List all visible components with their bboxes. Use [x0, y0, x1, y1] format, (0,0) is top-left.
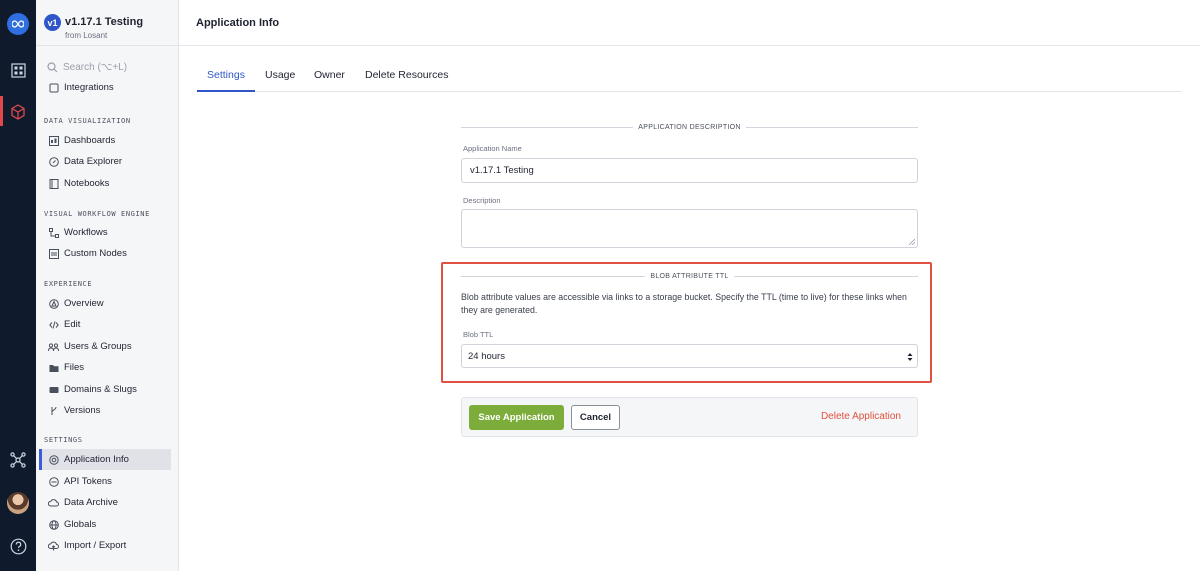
- section-experience: EXPERIENCE: [44, 280, 93, 288]
- branch-icon: [48, 405, 59, 416]
- tab-usage[interactable]: Usage: [265, 69, 295, 92]
- application-cube-icon[interactable]: [8, 102, 28, 122]
- tab-delete-resources[interactable]: Delete Resources: [365, 69, 448, 92]
- delete-application-button[interactable]: Delete Application: [821, 411, 901, 422]
- sidebar-item-api-tokens[interactable]: API Tokens: [39, 471, 171, 492]
- sidebar-item-label: Globals: [64, 519, 97, 530]
- description-textarea[interactable]: [461, 209, 918, 248]
- application-name-label: Application Name: [463, 144, 522, 153]
- save-application-button[interactable]: Save Application: [469, 405, 564, 430]
- app-sidebar: v1 v1.17.1 Testing from Losant Search (⌥…: [36, 0, 179, 571]
- form-actions: Save Application Cancel Delete Applicati…: [461, 397, 918, 437]
- api-token-icon: [48, 476, 59, 487]
- sidebar-item-label: Application Info: [64, 454, 129, 465]
- sidebar-item-label: Workflows: [64, 227, 108, 238]
- sidebar-item-domains-slugs[interactable]: Domains & Slugs: [39, 379, 171, 400]
- section-data-visualization: DATA VISUALIZATION: [44, 117, 131, 125]
- divider: [461, 126, 634, 128]
- cloud-archive-icon: [48, 497, 59, 508]
- gear-icon: [48, 454, 59, 465]
- sidebar-item-label: Data Explorer: [64, 156, 123, 167]
- app-owner: from Losant: [65, 31, 108, 40]
- sidebar-item-dashboards[interactable]: Dashboards: [39, 130, 171, 151]
- sidebar-item-label: Users & Groups: [64, 341, 132, 352]
- sidebar-item-workflows[interactable]: Workflows: [39, 222, 171, 243]
- page-header: Application Info: [179, 0, 1200, 46]
- sidebar-item-data-explorer[interactable]: Data Explorer: [39, 151, 171, 172]
- sidebar-item-globals[interactable]: Globals: [39, 514, 171, 535]
- sidebar-item-custom-nodes[interactable]: Custom Nodes: [39, 243, 171, 264]
- workflow-icon: [48, 227, 59, 238]
- select-arrows-icon: [907, 353, 913, 361]
- sidebar-item-versions[interactable]: Versions: [39, 400, 171, 421]
- sidebar-item-edit[interactable]: Edit: [39, 314, 171, 335]
- sidebar-item-import-export[interactable]: Import / Export: [39, 535, 171, 556]
- divider: [733, 275, 918, 277]
- cancel-button[interactable]: Cancel: [571, 405, 620, 430]
- user-avatar[interactable]: [7, 492, 29, 514]
- blob-ttl-value: 24 hours: [468, 350, 505, 362]
- hub-network-icon[interactable]: [8, 450, 28, 470]
- page-title: Application Info: [196, 17, 280, 29]
- search-placeholder: Search (⌥+L): [63, 61, 128, 73]
- sidebar-item-label: Overview: [64, 298, 104, 309]
- overview-icon: [48, 298, 59, 309]
- section-visual-workflow-engine: VISUAL WORKFLOW ENGINE: [44, 210, 150, 218]
- sidebar-item-data-archive[interactable]: Data Archive: [39, 492, 171, 513]
- blob-ttl-label: Blob TTL: [463, 330, 494, 339]
- settings-tabs: Settings Usage Owner Delete Resources: [197, 62, 1182, 92]
- dashboard-grid-icon[interactable]: [8, 60, 28, 80]
- section-heading: APPLICATION DESCRIPTION: [638, 123, 741, 131]
- sidebar-item-label: Custom Nodes: [64, 248, 127, 259]
- search-icon: [47, 61, 58, 73]
- cloud-upload-icon: [48, 540, 59, 551]
- section-settings: SETTINGS: [44, 436, 83, 444]
- rail-active-indicator: [0, 96, 3, 126]
- sidebar-item-overview[interactable]: Overview: [39, 293, 171, 314]
- sidebar-item-label: Import / Export: [64, 540, 127, 551]
- blob-ttl-select[interactable]: 24 hours: [461, 344, 918, 368]
- sidebar-item-label: Data Archive: [64, 497, 118, 508]
- sidebar-item-integrations[interactable]: Integrations: [39, 81, 171, 93]
- sidebar-item-label: API Tokens: [64, 476, 112, 487]
- integrations-icon: [48, 82, 59, 93]
- app-version-badge: v1: [44, 14, 61, 31]
- sidebar-item-label: Notebooks: [64, 178, 110, 189]
- sidebar-item-files[interactable]: Files: [39, 357, 171, 378]
- sidebar-item-label: Integrations: [64, 82, 114, 93]
- tab-owner[interactable]: Owner: [314, 69, 345, 92]
- blob-help-text: Blob attribute values are accessible via…: [461, 292, 907, 315]
- custom-node-icon: [48, 248, 59, 259]
- divider: [461, 275, 646, 277]
- sidebar-item-label: Versions: [64, 405, 101, 416]
- globe-icon: [48, 519, 59, 530]
- compass-icon: [48, 156, 59, 167]
- app-name: v1.17.1 Testing: [65, 16, 144, 28]
- help-icon[interactable]: [8, 536, 28, 556]
- description-label: Description: [463, 196, 501, 205]
- dashboard-icon: [48, 135, 59, 146]
- sidebar-item-label: Files: [64, 362, 85, 373]
- users-icon: [48, 341, 59, 352]
- sidebar-item-notebooks[interactable]: Notebooks: [39, 173, 171, 194]
- www-icon: [48, 384, 59, 395]
- sidebar-item-label: Edit: [64, 319, 81, 330]
- app-header[interactable]: v1 v1.17.1 Testing from Losant: [36, 0, 178, 46]
- sidebar-item-users-groups[interactable]: Users & Groups: [39, 336, 171, 357]
- divider: [745, 126, 919, 128]
- notebook-icon: [48, 178, 59, 189]
- tab-settings[interactable]: Settings: [197, 69, 255, 92]
- sidebar-item-label: Domains & Slugs: [64, 384, 137, 395]
- section-blob-attribute-ttl: BLOB ATTRIBUTE TTL: [461, 270, 918, 282]
- icon-rail: [0, 0, 36, 571]
- folder-icon: [48, 362, 59, 373]
- sidebar-item-application-info[interactable]: Application Info: [39, 449, 171, 470]
- code-edit-icon: [48, 319, 59, 330]
- resize-handle-icon[interactable]: [909, 239, 915, 245]
- section-heading: BLOB ATTRIBUTE TTL: [650, 272, 729, 280]
- section-application-description: APPLICATION DESCRIPTION: [461, 121, 919, 133]
- application-name-input[interactable]: v1.17.1 Testing: [461, 158, 918, 183]
- sidebar-item-label: Dashboards: [64, 135, 116, 146]
- losant-logo-icon[interactable]: [7, 13, 29, 35]
